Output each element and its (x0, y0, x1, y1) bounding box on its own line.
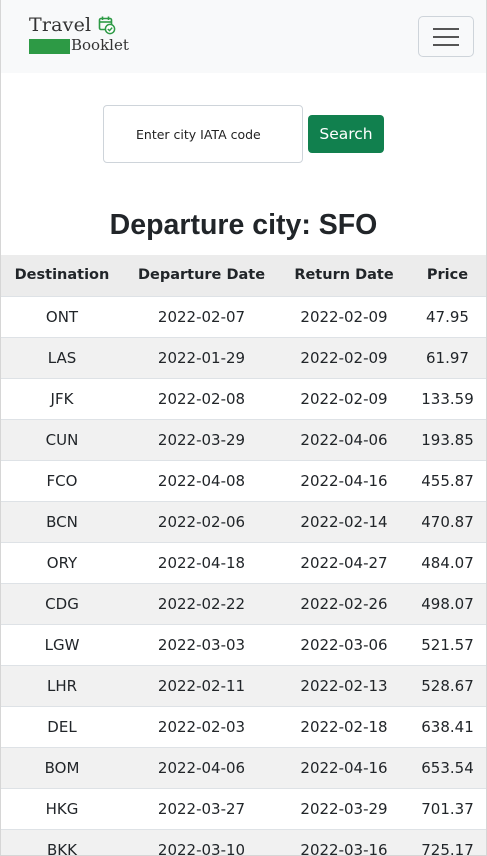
departure-date-cell: 2022-01-29 (123, 337, 280, 379)
table-row: LHR 2022-02-11 2022-02-13 528.67 (1, 665, 486, 707)
price-cell: 638.41 (408, 706, 486, 748)
departure-date-cell: 2022-04-08 (123, 460, 280, 502)
destination-cell: ONT (1, 296, 123, 338)
return-date-cell: 2022-04-06 (280, 419, 408, 461)
destination-cell: ORY (1, 542, 123, 584)
search-form: Search (103, 105, 384, 163)
departure-date-cell: 2022-03-29 (123, 419, 280, 461)
return-date-cell: 2022-02-18 (280, 706, 408, 748)
return-date-cell: 2022-02-13 (280, 665, 408, 707)
price-cell: 725.17 (408, 829, 486, 855)
table-row: CUN 2022-03-29 2022-04-06 193.85 (1, 419, 486, 461)
price-cell: 470.87 (408, 501, 486, 543)
return-date-cell: 2022-03-16 (280, 829, 408, 855)
table-row: HKG 2022-03-27 2022-03-29 701.37 (1, 788, 486, 830)
brand-title-bottom: Booklet (71, 36, 129, 54)
price-cell: 653.54 (408, 747, 486, 789)
price-cell: 61.97 (408, 337, 486, 379)
hamburger-menu-icon (433, 35, 459, 38)
column-header-return-date: Return Date (280, 255, 408, 297)
column-header-price: Price (408, 255, 486, 297)
departure-date-cell: 2022-02-07 (123, 296, 280, 338)
destination-cell: BCN (1, 501, 123, 543)
page-title: Departure city: SFO (109, 209, 378, 241)
departure-date-cell: 2022-03-27 (123, 788, 280, 830)
price-cell: 193.85 (408, 419, 486, 461)
table-row: BOM 2022-04-06 2022-04-16 653.54 (1, 747, 486, 789)
brand-color-bar (29, 39, 70, 54)
return-date-cell: 2022-02-09 (280, 296, 408, 338)
return-date-cell: 2022-02-14 (280, 501, 408, 543)
hamburger-menu-icon (433, 43, 459, 46)
app-frame: Travel Booklet Search Departure city: SF… (0, 0, 487, 856)
departure-date-cell: 2022-02-11 (123, 665, 280, 707)
table-row: DEL 2022-02-03 2022-02-18 638.41 (1, 706, 486, 748)
departure-date-cell: 2022-02-03 (123, 706, 280, 748)
departure-date-cell: 2022-03-03 (123, 624, 280, 666)
destination-cell: LGW (1, 624, 123, 666)
departure-date-cell: 2022-02-22 (123, 583, 280, 625)
price-cell: 133.59 (408, 378, 486, 420)
departure-date-cell: 2022-02-06 (123, 501, 280, 543)
table-row: CDG 2022-02-22 2022-02-26 498.07 (1, 583, 486, 625)
search-button[interactable]: Search (308, 115, 384, 153)
departure-date-cell: 2022-02-08 (123, 378, 280, 420)
column-header-departure-date: Departure Date (123, 255, 280, 297)
column-header-destination: Destination (1, 255, 123, 297)
table-row: FCO 2022-04-08 2022-04-16 455.87 (1, 460, 486, 502)
return-date-cell: 2022-02-09 (280, 378, 408, 420)
destination-cell: JFK (1, 378, 123, 420)
destination-cell: BOM (1, 747, 123, 789)
destination-cell: FCO (1, 460, 123, 502)
return-date-cell: 2022-04-27 (280, 542, 408, 584)
return-date-cell: 2022-04-16 (280, 460, 408, 502)
brand-title-top: Travel (29, 14, 92, 36)
table-row: ORY 2022-04-18 2022-04-27 484.07 (1, 542, 486, 584)
table-row: BKK 2022-03-10 2022-03-16 725.17 (1, 829, 486, 855)
return-date-cell: 2022-03-06 (280, 624, 408, 666)
table-row: LAS 2022-01-29 2022-02-09 61.97 (1, 337, 486, 379)
table-row: LGW 2022-03-03 2022-03-06 521.57 (1, 624, 486, 666)
destination-cell: HKG (1, 788, 123, 830)
return-date-cell: 2022-04-16 (280, 747, 408, 789)
table-header-row: Destination Departure Date Return Date P… (1, 255, 486, 297)
return-date-cell: 2022-03-29 (280, 788, 408, 830)
navbar: Travel Booklet (1, 0, 486, 73)
destination-cell: BKK (1, 829, 123, 855)
table-row: JFK 2022-02-08 2022-02-09 133.59 (1, 378, 486, 420)
departure-date-cell: 2022-04-06 (123, 747, 280, 789)
destination-cell: DEL (1, 706, 123, 748)
iata-code-input[interactable] (103, 105, 303, 163)
price-cell: 498.07 (408, 583, 486, 625)
price-cell: 521.57 (408, 624, 486, 666)
price-cell: 484.07 (408, 542, 486, 584)
table-row: ONT 2022-02-07 2022-02-09 47.95 (1, 296, 486, 338)
price-cell: 47.95 (408, 296, 486, 338)
destination-cell: LHR (1, 665, 123, 707)
destination-cell: CUN (1, 419, 123, 461)
return-date-cell: 2022-02-09 (280, 337, 408, 379)
calendar-check-icon (98, 16, 116, 35)
hamburger-menu-button[interactable] (418, 16, 474, 57)
price-cell: 528.67 (408, 665, 486, 707)
return-date-cell: 2022-02-26 (280, 583, 408, 625)
price-cell: 701.37 (408, 788, 486, 830)
flights-table: Destination Departure Date Return Date P… (1, 255, 486, 855)
price-cell: 455.87 (408, 460, 486, 502)
departure-date-cell: 2022-03-10 (123, 829, 280, 855)
destination-cell: LAS (1, 337, 123, 379)
departure-date-cell: 2022-04-18 (123, 542, 280, 584)
table-row: BCN 2022-02-06 2022-02-14 470.87 (1, 501, 486, 543)
destination-cell: CDG (1, 583, 123, 625)
hamburger-menu-icon (433, 27, 459, 30)
brand-logo[interactable]: Travel Booklet (29, 14, 129, 58)
